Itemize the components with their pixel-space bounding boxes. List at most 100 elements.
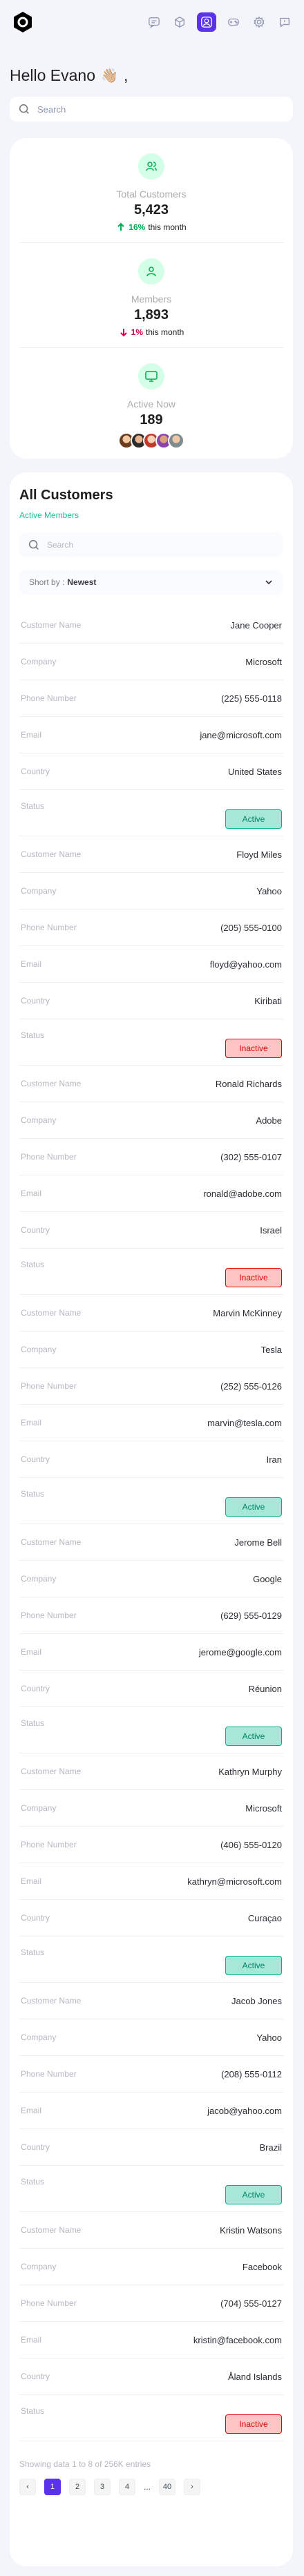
field-value: (704) 555-0127 <box>220 2298 282 2309</box>
field-label: Status <box>21 1718 45 1728</box>
trend-suffix: this month <box>148 222 187 232</box>
customer-row-phone: Phone Number (302) 555-0107 <box>19 1139 283 1175</box>
customer-row-country: Country Brazil <box>19 2129 283 2166</box>
stat-members: Members 1,893 1% this month <box>19 243 283 348</box>
customer-row-status: Status Active <box>19 2166 283 2212</box>
stat-value: 189 <box>140 412 163 427</box>
page-button[interactable]: 2 <box>69 2479 86 2495</box>
field-value: Brazil <box>259 2142 282 2153</box>
field-value: (302) 555-0107 <box>220 1151 282 1162</box>
field-value: jane@microsoft.com <box>200 729 282 740</box>
customer-row-name: Customer Name Marvin McKinney <box>19 1295 283 1332</box>
trend-value: 1% <box>131 327 143 337</box>
field-label: Customer Name <box>21 1996 82 2006</box>
field-value: Microsoft <box>245 656 282 667</box>
user-square-icon[interactable] <box>197 12 216 32</box>
customer-row-status: Status Inactive <box>19 2395 283 2441</box>
field-value: Tesla <box>260 1344 282 1355</box>
stat-active-now: Active Now 189 <box>19 348 283 453</box>
prev-page-button[interactable]: ‹ <box>19 2479 36 2495</box>
active-avatars <box>118 432 184 449</box>
customer-row-email: Email jerome@google.com <box>19 1634 283 1671</box>
settings-icon[interactable] <box>251 14 267 30</box>
field-value: (225) 555-0118 <box>221 693 282 704</box>
customer-row-phone: Phone Number (208) 555-0112 <box>19 2056 283 2093</box>
customer-row-status: Status Active <box>19 1478 283 1524</box>
field-label: Status <box>21 2177 45 2186</box>
status-badge: Inactive <box>225 1039 282 1058</box>
field-value: kathryn@microsoft.com <box>187 1876 282 1887</box>
customer-row-status: Status Inactive <box>19 1249 283 1295</box>
field-label: Customer Name <box>21 1767 82 1776</box>
field-value: (629) 555-0129 <box>220 1610 282 1621</box>
customers-subtitle[interactable]: Active Members <box>19 510 283 520</box>
sort-dropdown[interactable]: Short by : Newest <box>19 570 283 595</box>
global-search[interactable] <box>10 97 293 122</box>
box-icon[interactable] <box>171 14 188 30</box>
field-label: Customer Name <box>21 620 82 630</box>
field-label: Phone Number <box>21 2069 77 2079</box>
stat-trend: 1% this month <box>119 327 184 337</box>
customers-search[interactable] <box>19 532 283 557</box>
field-value: Jane Cooper <box>230 619 282 631</box>
page-button[interactable]: 40 <box>159 2479 176 2495</box>
field-label: Company <box>21 2032 57 2042</box>
field-label: Country <box>21 1225 50 1235</box>
status-badge: Active <box>225 2185 282 2204</box>
field-label: Email <box>21 2335 42 2345</box>
customer-row-name: Customer Name Kristin Watsons <box>19 2212 283 2249</box>
message-icon[interactable] <box>276 14 293 30</box>
customer-row-email: Email marvin@tesla.com <box>19 1405 283 1441</box>
customer-row-country: Country Réunion <box>19 1671 283 1707</box>
field-value: jerome@google.com <box>198 1646 282 1657</box>
field-label: Phone Number <box>21 1611 77 1620</box>
customer-row-email: Email jane@microsoft.com <box>19 717 283 753</box>
field-value: Kiribati <box>254 995 282 1006</box>
customer-row-email: Email kathryn@microsoft.com <box>19 1863 283 1900</box>
customer-row-name: Customer Name Jerome Bell <box>19 1524 283 1561</box>
customer-row-email: Email kristin@facebook.com <box>19 2322 283 2358</box>
customer-row-country: Country Iran <box>19 1441 283 1478</box>
customer-row-company: Company Yahoo <box>19 2019 283 2056</box>
field-value: Microsoft <box>245 1803 282 1814</box>
page-button[interactable]: 4 <box>119 2479 135 2495</box>
field-label: Email <box>21 1189 42 1198</box>
gamepad-icon[interactable] <box>225 14 242 30</box>
logo-icon[interactable] <box>11 10 35 34</box>
customer-row-email: Email floyd@yahoo.com <box>19 946 283 983</box>
field-label: Company <box>21 2262 57 2271</box>
stat-total-customers: Total Customers 5,423 16% this month <box>19 138 283 243</box>
field-value: (406) 555-0120 <box>220 1839 282 1850</box>
avatar[interactable] <box>168 432 184 449</box>
customer-row-email: Email jacob@yahoo.com <box>19 2093 283 2129</box>
sort-label: Short by : <box>29 577 65 587</box>
page-button[interactable]: 3 <box>94 2479 111 2495</box>
monitor-icon <box>138 363 164 390</box>
field-value: Adobe <box>256 1115 282 1126</box>
field-label: Status <box>21 801 45 811</box>
sort-value: Newest <box>67 577 97 587</box>
chat-icon[interactable] <box>146 14 162 30</box>
field-value: Google <box>253 1573 282 1584</box>
search-input[interactable] <box>37 104 245 115</box>
customers-search-input[interactable] <box>47 540 254 550</box>
customer-row-phone: Phone Number (629) 555-0129 <box>19 1597 283 1634</box>
customer-row-company: Company Facebook <box>19 2249 283 2285</box>
customer-row-phone: Phone Number (225) 555-0118 <box>19 680 283 717</box>
field-value: Curaçao <box>247 1912 282 1923</box>
customers-title: All Customers <box>19 488 113 503</box>
field-value: Jacob Jones <box>231 1995 282 2006</box>
field-label: Company <box>21 1345 57 1354</box>
field-label: Phone Number <box>21 1840 77 1849</box>
arrow-down-icon <box>120 329 127 337</box>
next-page-button[interactable]: › <box>184 2479 201 2495</box>
trend-value: 16% <box>129 222 146 232</box>
field-label: Email <box>21 730 42 740</box>
customer-row-country: Country Åland Islands <box>19 2358 283 2395</box>
field-label: Status <box>21 1489 45 1499</box>
field-value: Jerome Bell <box>234 1537 282 1548</box>
page-button[interactable]: 1 <box>44 2479 61 2495</box>
field-label: Country <box>21 767 50 776</box>
status-badge: Active <box>225 809 282 829</box>
field-label: Status <box>21 2406 45 2416</box>
